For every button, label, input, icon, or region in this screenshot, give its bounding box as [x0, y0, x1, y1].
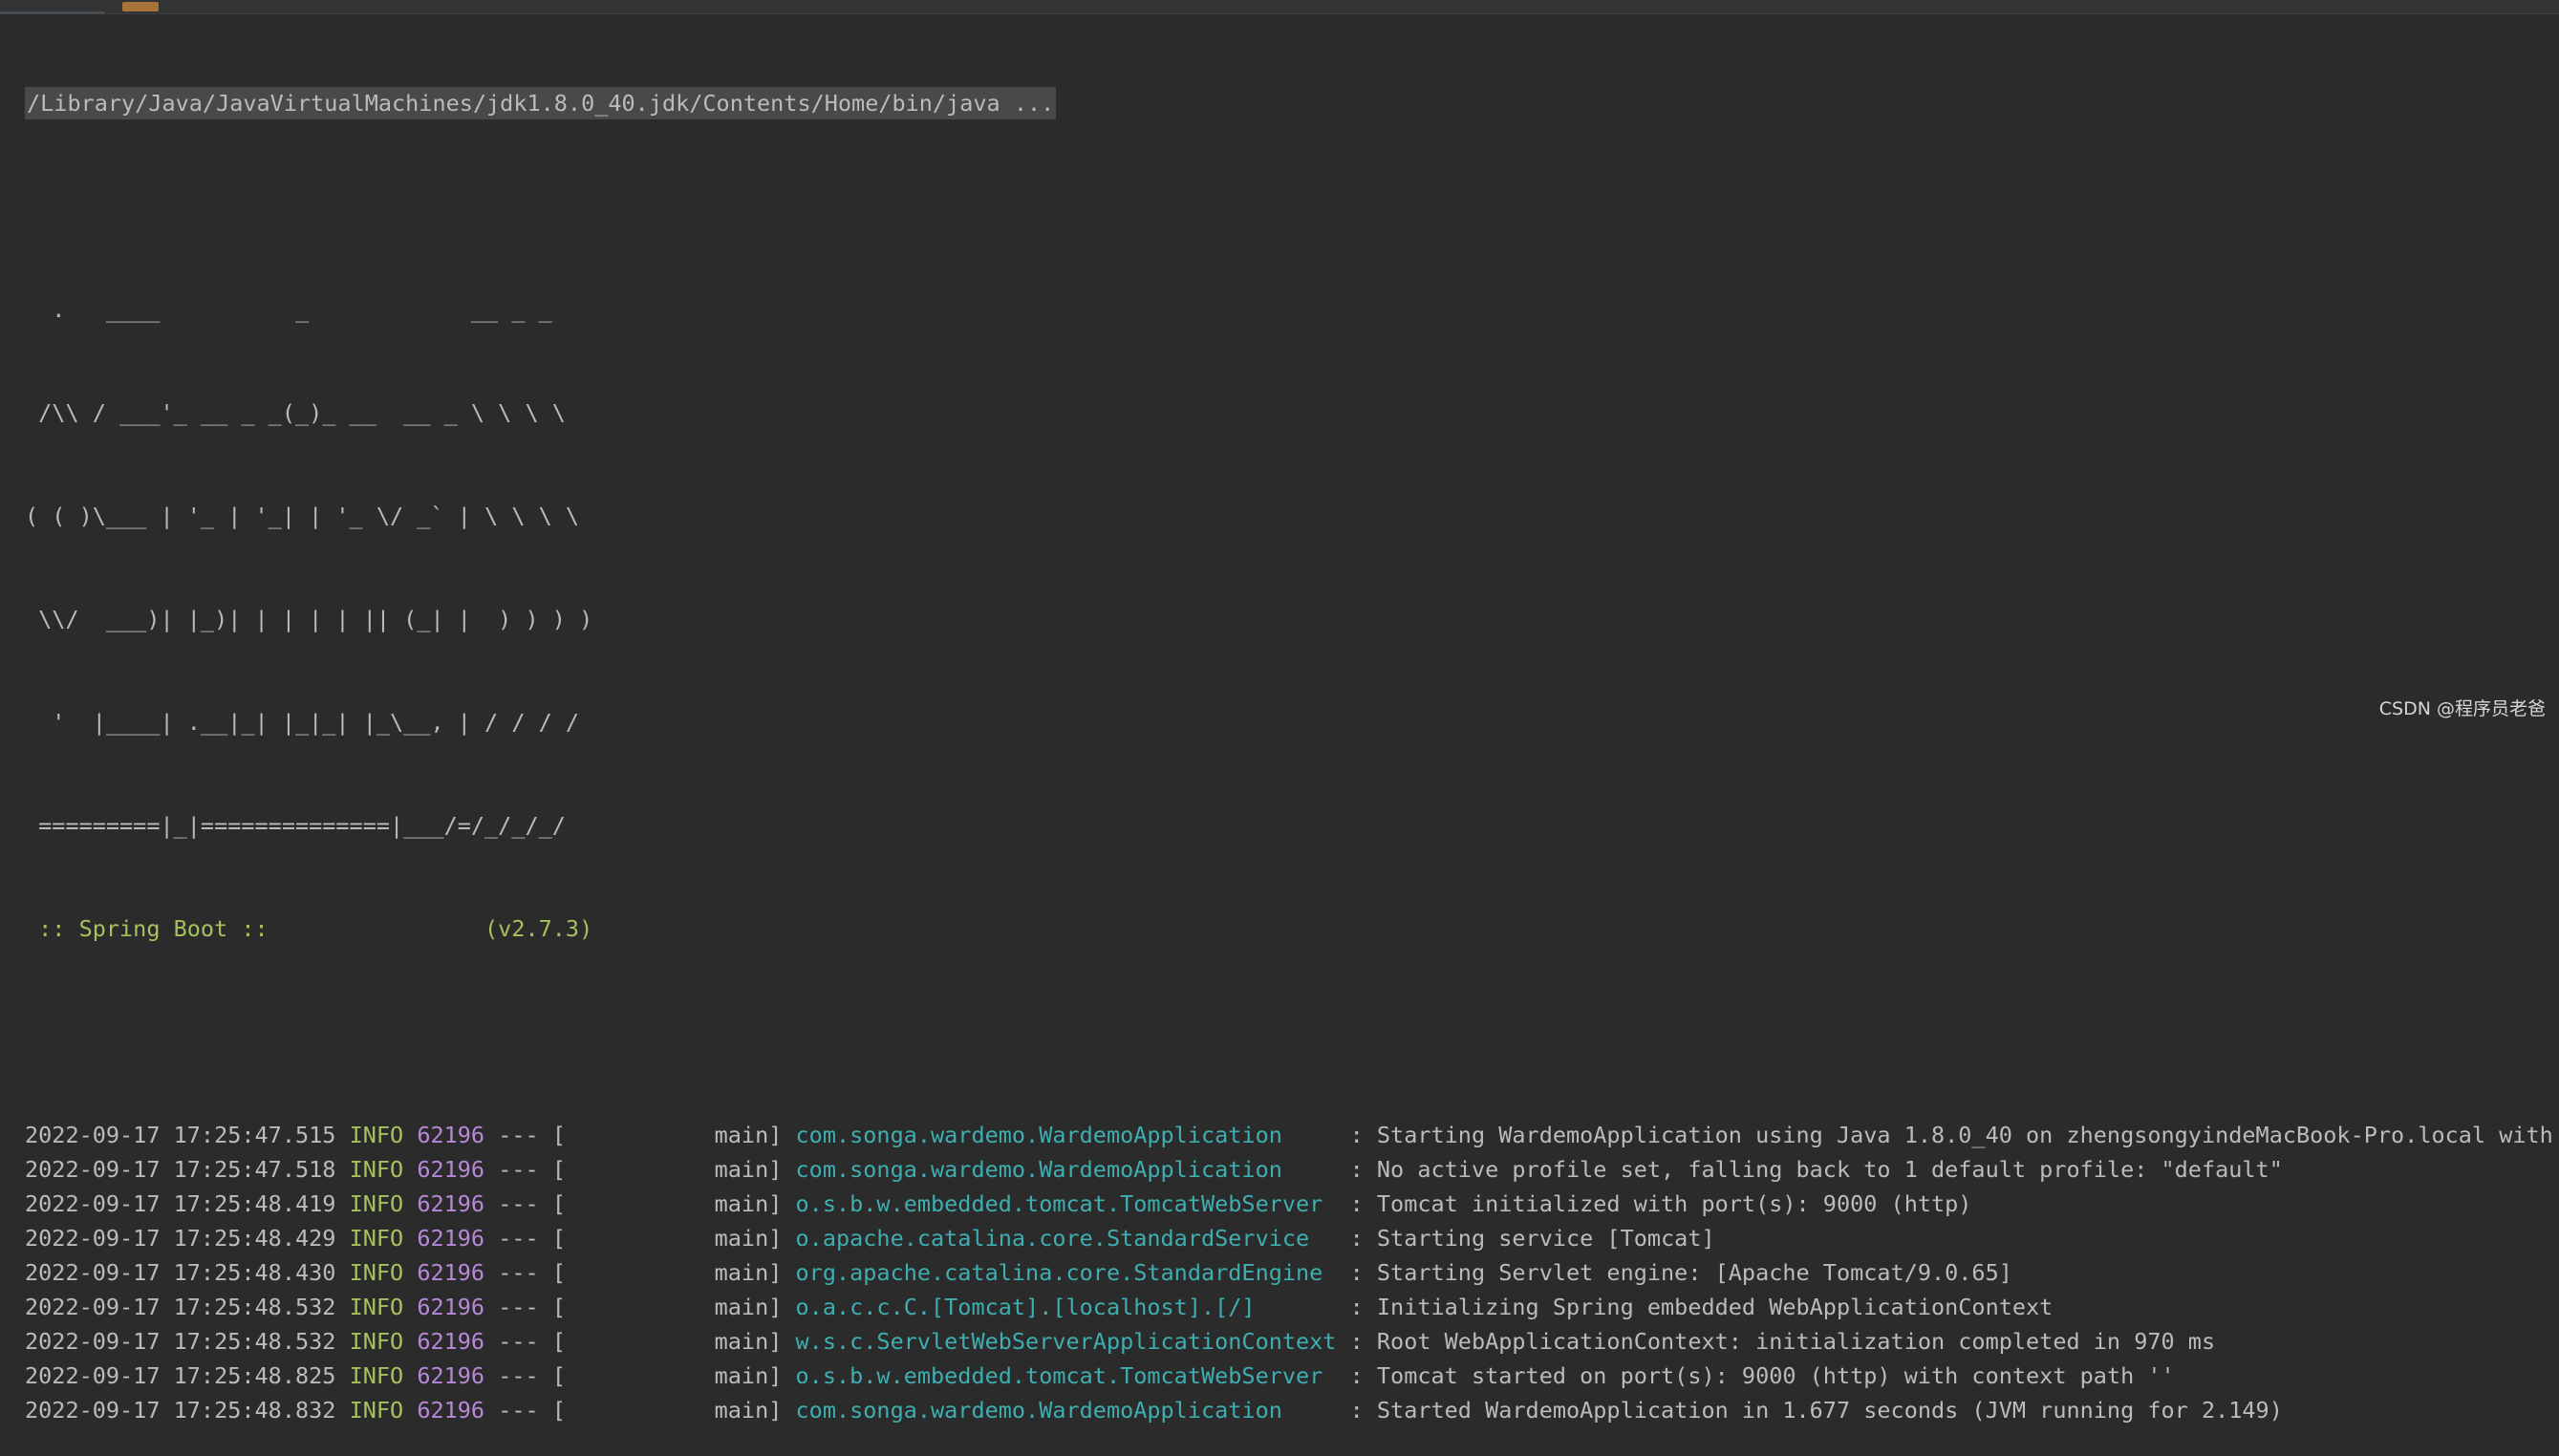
log-line[interactable]: 2022-09-17 17:25:48.832 INFO 62196 --- [… [25, 1393, 2559, 1427]
log-logger[interactable]: com.songa.wardemo.WardemoApplication [796, 1397, 1337, 1424]
log-message: : Root WebApplicationContext: initializa… [1336, 1328, 2216, 1355]
log-timestamp: 2022-09-17 17:25:47.515 [25, 1122, 336, 1148]
log-logger[interactable]: o.s.b.w.embedded.tomcat.TomcatWebServer [796, 1190, 1337, 1217]
log-level: INFO [349, 1259, 404, 1286]
log-thread: [ main] [551, 1122, 783, 1148]
log-pid: 62196 [417, 1362, 485, 1389]
log-thread: [ main] [551, 1225, 783, 1252]
log-separator: --- [498, 1190, 539, 1217]
log-timestamp: 2022-09-17 17:25:48.532 [25, 1328, 336, 1355]
log-line[interactable]: 2022-09-17 17:25:47.515 INFO 62196 --- [… [25, 1118, 2559, 1152]
log-lines: 2022-09-17 17:25:47.515 INFO 62196 --- [… [25, 1118, 2559, 1427]
log-logger[interactable]: o.a.c.c.C.[Tomcat].[localhost].[/] [796, 1294, 1337, 1320]
log-pid: 62196 [417, 1122, 485, 1148]
run-tab-icon[interactable] [122, 2, 159, 11]
log-level: INFO [349, 1156, 404, 1183]
spring-banner-line: ' |____| .__|_| |_|_| |_\__, | / / / / [25, 709, 580, 736]
log-thread: [ main] [551, 1259, 783, 1286]
log-timestamp: 2022-09-17 17:25:47.518 [25, 1156, 336, 1183]
log-message: : Starting Servlet engine: [Apache Tomca… [1336, 1259, 2012, 1286]
log-logger[interactable]: com.songa.wardemo.WardemoApplication [796, 1122, 1337, 1148]
log-pid: 62196 [417, 1294, 485, 1320]
log-logger[interactable]: com.songa.wardemo.WardemoApplication [796, 1156, 1337, 1183]
log-message: : No active profile set, falling back to… [1336, 1156, 2283, 1183]
log-separator: --- [498, 1225, 539, 1252]
log-message: : Starting service [Tomcat] [1336, 1225, 1715, 1252]
spring-banner-line: =========|_|==============|___/=/_/_/_/ [25, 812, 566, 839]
log-thread: [ main] [551, 1190, 783, 1217]
console-tab-strip [0, 0, 2559, 14]
log-logger[interactable]: org.apache.catalina.core.StandardEngine [796, 1259, 1337, 1286]
log-line[interactable]: 2022-09-17 17:25:48.419 INFO 62196 --- [… [25, 1187, 2559, 1221]
log-timestamp: 2022-09-17 17:25:48.419 [25, 1190, 336, 1217]
log-pid: 62196 [417, 1190, 485, 1217]
log-logger[interactable]: o.apache.catalina.core.StandardService [796, 1225, 1337, 1252]
spring-banner-line: . ____ _ __ _ _ [25, 296, 552, 323]
log-pid: 62196 [417, 1397, 485, 1424]
log-line[interactable]: 2022-09-17 17:25:48.430 INFO 62196 --- [… [25, 1255, 2559, 1290]
csdn-watermark: CSDN @程序员老爸 [2378, 698, 2546, 719]
log-timestamp: 2022-09-17 17:25:48.532 [25, 1294, 336, 1320]
log-line[interactable]: 2022-09-17 17:25:47.518 INFO 62196 --- [… [25, 1152, 2559, 1187]
log-timestamp: 2022-09-17 17:25:48.429 [25, 1225, 336, 1252]
log-message: : Initializing Spring embedded WebApplic… [1336, 1294, 2054, 1320]
log-thread: [ main] [551, 1362, 783, 1389]
log-line[interactable]: 2022-09-17 17:25:48.532 INFO 62196 --- [… [25, 1290, 2559, 1324]
log-level: INFO [349, 1294, 404, 1320]
log-separator: --- [498, 1122, 539, 1148]
log-logger[interactable]: o.s.b.w.embedded.tomcat.TomcatWebServer [796, 1362, 1337, 1389]
log-message: : Starting WardemoApplication using Java… [1336, 1122, 2559, 1148]
log-separator: --- [498, 1259, 539, 1286]
log-timestamp: 2022-09-17 17:25:48.430 [25, 1259, 336, 1286]
log-timestamp: 2022-09-17 17:25:48.832 [25, 1397, 336, 1424]
log-separator: --- [498, 1362, 539, 1389]
log-pid: 62196 [417, 1156, 485, 1183]
log-separator: --- [498, 1328, 539, 1355]
log-line[interactable]: 2022-09-17 17:25:48.825 INFO 62196 --- [… [25, 1359, 2559, 1393]
log-thread: [ main] [551, 1397, 783, 1424]
log-separator: --- [498, 1397, 539, 1424]
log-logger[interactable]: w.s.c.ServletWebServerApplicationContext [796, 1328, 1337, 1355]
active-tab-indicator [0, 11, 105, 14]
log-line[interactable]: 2022-09-17 17:25:48.429 INFO 62196 --- [… [25, 1221, 2559, 1255]
log-level: INFO [349, 1190, 404, 1217]
log-thread: [ main] [551, 1294, 783, 1320]
spring-banner-line: /\\ / ___'_ __ _ _(_)_ __ __ _ \ \ \ \ [25, 399, 566, 426]
java-command-line[interactable]: /Library/Java/JavaVirtualMachines/jdk1.8… [25, 87, 1057, 119]
spring-boot-version-line: :: Spring Boot :: (v2.7.3) [25, 915, 593, 942]
log-message: : Started WardemoApplication in 1.677 se… [1336, 1397, 2283, 1424]
log-level: INFO [349, 1328, 404, 1355]
log-level: INFO [349, 1225, 404, 1252]
console-output[interactable]: /Library/Java/JavaVirtualMachines/jdk1.8… [25, 17, 2559, 1456]
log-level: INFO [349, 1397, 404, 1424]
log-pid: 62196 [417, 1259, 485, 1286]
log-line[interactable]: 2022-09-17 17:25:48.532 INFO 62196 --- [… [25, 1324, 2559, 1359]
log-pid: 62196 [417, 1225, 485, 1252]
log-separator: --- [498, 1156, 539, 1183]
log-timestamp: 2022-09-17 17:25:48.825 [25, 1362, 336, 1389]
log-separator: --- [498, 1294, 539, 1320]
spring-banner-line: \\/ ___)| |_)| | | | | || (_| | ) ) ) ) [25, 606, 593, 632]
log-thread: [ main] [551, 1156, 783, 1183]
log-thread: [ main] [551, 1328, 783, 1355]
log-level: INFO [349, 1122, 404, 1148]
log-level: INFO [349, 1362, 404, 1389]
log-message: : Tomcat started on port(s): 9000 (http)… [1336, 1362, 2175, 1389]
log-pid: 62196 [417, 1328, 485, 1355]
log-message: : Tomcat initialized with port(s): 9000 … [1336, 1190, 1972, 1217]
spring-banner-line: ( ( )\___ | '_ | '_| | '_ \/ _` | \ \ \ … [25, 503, 580, 529]
